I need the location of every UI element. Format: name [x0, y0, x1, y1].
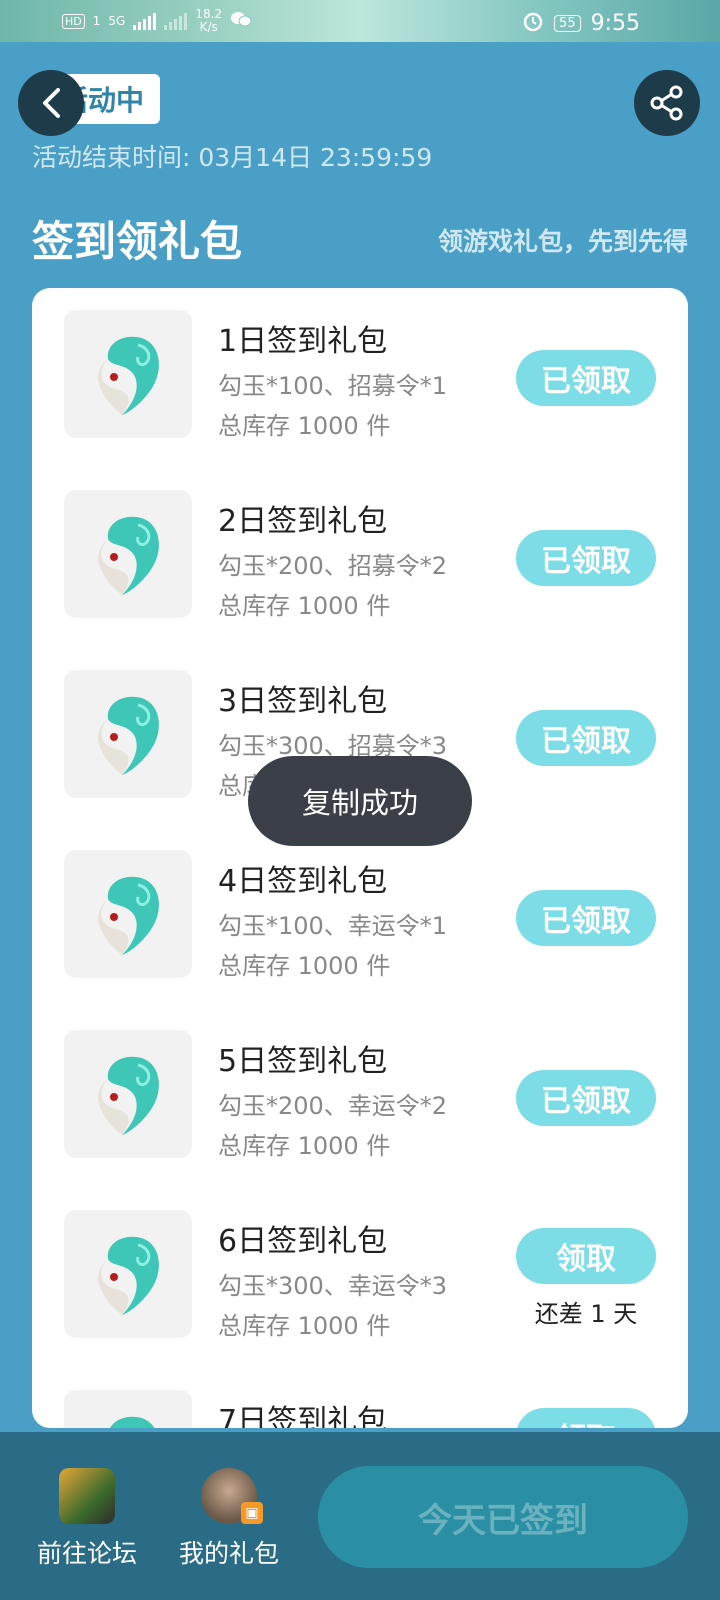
gift-stock: 总库存 1000 件 [218, 1132, 391, 1160]
claimed-button[interactable]: 已领取 [516, 1070, 656, 1126]
avatar: ▣ [201, 1468, 263, 1524]
gift-name: 1日签到礼包 [218, 324, 388, 359]
magatama-icon [64, 310, 192, 438]
gift-row: 7日签到礼包 领取 [32, 1368, 688, 1428]
network-speed: 18.2 K/s [195, 7, 223, 34]
gift-row: 2日签到礼包 勾玉*200、招募令*2 总库存 1000 件 已领取 [32, 468, 688, 648]
magatama-icon [64, 670, 192, 798]
claimed-button[interactable]: 已领取 [516, 350, 656, 406]
gift-row: 4日签到礼包 勾玉*100、幸运令*1 总库存 1000 件 已领取 [32, 828, 688, 1008]
gift-content: 勾玉*100、幸运令*1 [218, 912, 448, 940]
gift-content: 勾玉*100、招募令*1 [218, 372, 448, 400]
share-icon [650, 85, 683, 121]
forum-link[interactable]: 前往论坛 [22, 1468, 152, 1570]
back-button[interactable] [18, 70, 84, 136]
signed-in-today-button[interactable]: 今天已签到 [318, 1466, 688, 1568]
chevron-left-icon [43, 88, 60, 118]
days-remaining-note: 还差 1 天 [534, 1300, 638, 1328]
forum-game-icon [59, 1468, 115, 1524]
gift-stock: 总库存 1000 件 [218, 952, 391, 980]
claimed-button[interactable]: 已领取 [516, 890, 656, 946]
status-right: 55 9:55 [522, 10, 640, 37]
claimed-button[interactable]: 已领取 [516, 710, 656, 766]
hd-icon: HD [62, 13, 85, 29]
gift-stock: 总库存 1000 件 [218, 412, 391, 440]
wechat-icon [230, 9, 252, 33]
gift-name: 5日签到礼包 [218, 1044, 388, 1079]
activity-end-time: 活动结束时间: 03月14日 23:59:59 [32, 143, 433, 172]
gift-name: 3日签到礼包 [218, 684, 388, 719]
gift-name: 7日签到礼包 [218, 1404, 388, 1428]
gift-stock: 总库存 1000 件 [218, 592, 391, 620]
my-gifts-link[interactable]: ▣ 我的礼包 [164, 1468, 294, 1570]
gift-row: 1日签到礼包 勾玉*100、招募令*1 总库存 1000 件 已领取 [32, 288, 688, 468]
gift-name: 4日签到礼包 [218, 864, 388, 899]
gift-content: 勾玉*300、幸运令*3 [218, 1272, 448, 1300]
magatama-icon [64, 1210, 192, 1338]
gift-box-icon: ▣ [241, 1502, 263, 1524]
gift-name: 6日签到礼包 [218, 1224, 388, 1259]
magatama-icon [64, 1390, 192, 1428]
network-type: 5G [108, 13, 126, 28]
sim-label: 1 [92, 13, 101, 28]
claim-button[interactable]: 领取 [516, 1408, 656, 1428]
gift-stock: 总库存 1000 件 [218, 1312, 391, 1340]
gift-row: 6日签到礼包 勾玉*300、幸运令*3 总库存 1000 件 领取 还差 1 天 [32, 1188, 688, 1368]
alarm-icon [522, 10, 544, 37]
status-left: HD 1 5G 18.2 K/s [62, 8, 252, 34]
magatama-icon [64, 1030, 192, 1158]
section-subtitle: 领游戏礼包，先到先得 [437, 227, 688, 256]
toast-message: 复制成功 [248, 756, 472, 846]
forum-label: 前往论坛 [36, 1539, 137, 1568]
my-gifts-label: 我的礼包 [178, 1539, 279, 1568]
section-title: 签到领礼包 [32, 217, 243, 266]
claimed-button[interactable]: 已领取 [516, 530, 656, 586]
magatama-icon [64, 490, 192, 618]
magatama-icon [64, 850, 192, 978]
battery-icon: 55 [554, 15, 581, 32]
signal-icon [133, 12, 157, 30]
gift-row: 5日签到礼包 勾玉*200、幸运令*2 总库存 1000 件 已领取 [32, 1008, 688, 1188]
bottom-bar: 前往论坛 ▣ 我的礼包 今天已签到 [0, 1432, 720, 1600]
share-button[interactable] [634, 70, 700, 136]
clock: 9:55 [590, 11, 640, 36]
gift-list[interactable]: 1日签到礼包 勾玉*100、招募令*1 总库存 1000 件 已领取 2日签到礼… [32, 288, 688, 1428]
signal-icon-2 [164, 12, 188, 30]
claim-button[interactable]: 领取 [516, 1228, 656, 1284]
gift-content: 勾玉*200、招募令*2 [218, 552, 448, 580]
gift-name: 2日签到礼包 [218, 504, 388, 539]
status-bar: HD 1 5G 18.2 K/s 55 9:55 [0, 0, 720, 42]
gift-content: 勾玉*200、幸运令*2 [218, 1092, 448, 1120]
